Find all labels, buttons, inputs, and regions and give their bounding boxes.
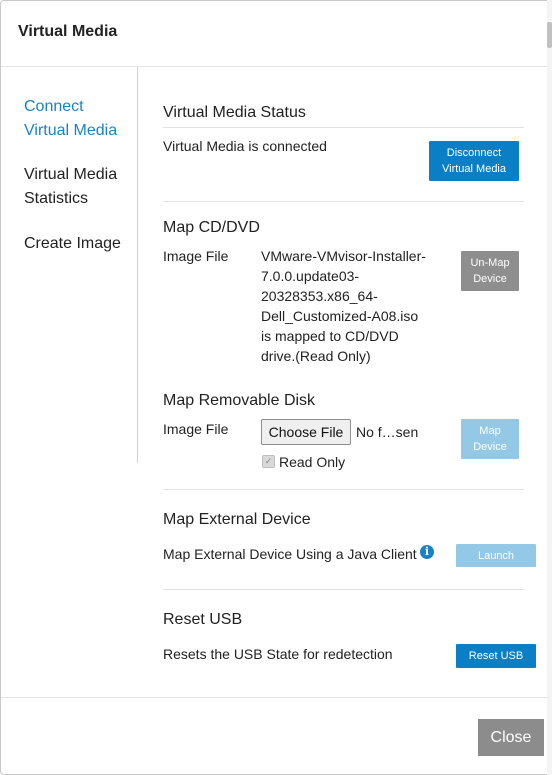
scrollbar-thumb[interactable] xyxy=(547,22,552,48)
dialog-footer: Close xyxy=(1,697,551,774)
sidebar-item-connect-virtual-media[interactable]: Connect Virtual Media xyxy=(24,95,132,143)
external-device-text: Map External Device Using a Java Client xyxy=(163,546,417,562)
section-divider xyxy=(163,589,524,590)
read-only-checkbox[interactable]: ✓ xyxy=(262,455,275,468)
dialog-header: Virtual Media xyxy=(1,1,551,67)
read-only-label: Read Only xyxy=(279,454,346,470)
cd-mapped-line: 7.0.0.update03- xyxy=(261,268,360,284)
sidebar-item-virtual-media-statistics[interactable]: Virtual Media Statistics xyxy=(24,163,132,211)
dialog-title: Virtual Media xyxy=(18,23,118,40)
scrollbar[interactable] xyxy=(547,0,552,775)
status-section-title: Virtual Media Status xyxy=(163,104,306,121)
disconnect-virtual-media-button[interactable]: Disconnect Virtual Media xyxy=(429,141,519,181)
map-device-button[interactable]: Map Device xyxy=(461,419,519,459)
cd-mapped-line: Dell_Customized-A08.iso xyxy=(261,308,419,324)
disconnect-button-line2: Virtual Media xyxy=(442,163,506,175)
external-section-title: Map External Device xyxy=(163,511,311,528)
cd-mapped-line: VMware-VMvisor-Installer- xyxy=(261,248,426,264)
choose-file-button[interactable]: Choose File xyxy=(261,419,351,445)
reset-usb-text: Resets the USB State for redetection xyxy=(163,646,393,662)
main-content: Virtual Media Status Virtual Media is co… xyxy=(148,67,536,697)
cd-mapped-line: 20328353.x86_64- xyxy=(261,288,378,304)
close-button[interactable]: Close xyxy=(478,719,544,756)
unmap-button-line2: Device xyxy=(473,273,507,285)
section-divider xyxy=(163,201,524,202)
unmap-device-button[interactable]: Un-Map Device xyxy=(461,251,519,291)
section-divider xyxy=(163,489,524,490)
virtual-media-dialog: Virtual Media Connect Virtual Media Virt… xyxy=(0,0,552,775)
disconnect-button-line1: Disconnect xyxy=(446,147,502,159)
cd-image-file-label: Image File xyxy=(163,248,229,264)
map-button-line2: Device xyxy=(473,441,507,453)
launch-button[interactable]: Launch xyxy=(456,544,536,567)
sidebar-item-create-image[interactable]: Create Image xyxy=(24,232,132,256)
removable-image-file-label: Image File xyxy=(163,421,229,437)
cd-mapped-file-text: VMware-VMvisor-Installer- 7.0.0.update03… xyxy=(261,246,441,366)
info-icon[interactable]: i xyxy=(420,545,434,559)
status-divider xyxy=(163,127,524,128)
cd-mapped-line: drive.(Read Only) xyxy=(261,348,371,364)
sidebar-nav: Connect Virtual Media Virtual Media Stat… xyxy=(1,67,138,463)
removable-section-title: Map Removable Disk xyxy=(163,392,316,409)
no-file-chosen-text: No f…sen xyxy=(356,424,419,440)
cd-mapped-line: is mapped to CD/DVD xyxy=(261,328,399,344)
map-button-line1: Map xyxy=(479,425,501,437)
reset-usb-button[interactable]: Reset USB xyxy=(456,644,536,668)
status-text: Virtual Media is connected xyxy=(163,138,327,154)
reset-section-title: Reset USB xyxy=(163,611,243,628)
cd-section-title: Map CD/DVD xyxy=(163,219,260,236)
unmap-button-line1: Un-Map xyxy=(470,257,510,269)
